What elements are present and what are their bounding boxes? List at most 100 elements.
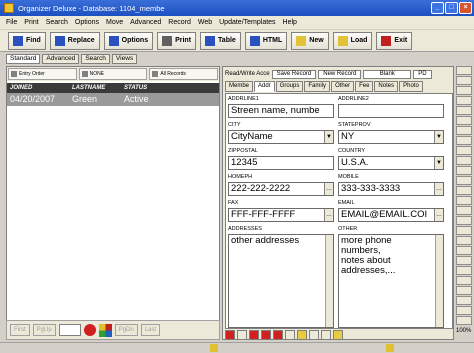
tab-search[interactable]: Search: [81, 54, 110, 64]
refresh-icon[interactable]: [83, 324, 96, 336]
scrollbar[interactable]: [435, 235, 443, 327]
addrline2-field[interactable]: [338, 104, 444, 118]
ellipsis-icon[interactable]: …: [324, 209, 333, 221]
lightbulb-icon[interactable]: [297, 330, 307, 340]
index-button[interactable]: [456, 286, 472, 295]
html-button[interactable]: HTML: [244, 31, 288, 50]
chevron-down-icon[interactable]: ▼: [434, 157, 443, 169]
index-button[interactable]: [456, 226, 472, 235]
pgdn-button[interactable]: PgDn: [114, 324, 138, 336]
tab-addr[interactable]: Addr: [254, 81, 275, 92]
blank-button[interactable]: Blank: [363, 69, 412, 79]
pgup-button[interactable]: PgUp: [32, 324, 56, 336]
addresses-textarea[interactable]: other addresses: [228, 234, 334, 328]
zippostal-field[interactable]: 12345: [228, 156, 334, 170]
addrline1-field[interactable]: Streen name, numbe: [228, 104, 334, 118]
text-icon[interactable]: [321, 330, 331, 340]
index-button[interactable]: [456, 306, 472, 315]
tab-fee[interactable]: Fee: [355, 81, 374, 92]
index-button[interactable]: [456, 206, 472, 215]
tab-views[interactable]: Views: [111, 54, 138, 64]
text-icon[interactable]: [309, 330, 319, 340]
color-palette-icon[interactable]: [98, 323, 112, 337]
tab-other[interactable]: Other: [331, 81, 355, 92]
tab-advanced[interactable]: Advanced: [42, 54, 80, 64]
tab-family[interactable]: Family: [304, 81, 331, 92]
tab-membe[interactable]: Membe: [225, 81, 254, 92]
menu-record[interactable]: Record: [168, 19, 191, 26]
menu-search[interactable]: Search: [46, 19, 68, 26]
stateprov-select[interactable]: NY ▼: [338, 130, 444, 144]
index-button[interactable]: [456, 256, 472, 265]
menu-help[interactable]: Help: [283, 19, 297, 26]
print-button[interactable]: Print: [157, 31, 197, 50]
homeph-field[interactable]: 222-222-2222…: [228, 182, 334, 196]
column-header-status[interactable]: STATUS: [121, 83, 217, 93]
maximize-button[interactable]: □: [445, 2, 458, 14]
first-button[interactable]: First: [10, 324, 30, 336]
country-select[interactable]: U.S.A. ▼: [338, 156, 444, 170]
email-field[interactable]: EMAIL@EMAIL.COI…: [338, 208, 444, 222]
load-button[interactable]: Load: [332, 31, 373, 50]
index-button[interactable]: [456, 266, 472, 275]
fax-field[interactable]: FFF-FFF-FFFF…: [228, 208, 334, 222]
undo-icon[interactable]: [261, 330, 271, 340]
index-button[interactable]: [456, 156, 472, 165]
index-button[interactable]: [456, 246, 472, 255]
index-button[interactable]: [456, 186, 472, 195]
index-button[interactable]: [456, 136, 472, 145]
index-button[interactable]: [456, 196, 472, 205]
menu-file[interactable]: File: [6, 19, 17, 26]
index-button[interactable]: [456, 126, 472, 135]
ellipsis-icon[interactable]: …: [324, 183, 333, 195]
index-button[interactable]: [456, 76, 472, 85]
refresh-icon[interactable]: [249, 330, 259, 340]
tab-notes[interactable]: Notes: [374, 81, 399, 92]
all-records-button[interactable]: All Records: [149, 68, 219, 80]
index-button[interactable]: [456, 316, 472, 325]
last-button[interactable]: Last: [140, 324, 161, 336]
filter-none-button[interactable]: NONE: [78, 68, 148, 80]
minimize-button[interactable]: _: [431, 2, 444, 14]
tab-photo[interactable]: Photo: [399, 81, 423, 92]
column-header-joined[interactable]: JOINED: [7, 83, 69, 93]
chevron-down-icon[interactable]: ▼: [434, 131, 443, 143]
index-button[interactable]: [456, 116, 472, 125]
menu-update-templates[interactable]: Update/Templates: [219, 19, 275, 26]
table-button[interactable]: Table: [200, 31, 241, 50]
index-button[interactable]: [456, 216, 472, 225]
column-header-lastname[interactable]: LASTNAME: [69, 83, 121, 93]
redo-icon[interactable]: [273, 330, 283, 340]
index-button[interactable]: [456, 146, 472, 155]
index-button[interactable]: [456, 236, 472, 245]
clear-icon[interactable]: [285, 330, 295, 340]
menu-options[interactable]: Options: [75, 19, 99, 26]
other-textarea[interactable]: more phone numbers, notes about addresse…: [338, 234, 444, 328]
sort-entry-order-button[interactable]: Entry Order: [8, 68, 77, 80]
save-record-button[interactable]: Save Record: [271, 69, 317, 79]
index-button[interactable]: [456, 106, 472, 115]
new-button[interactable]: New: [291, 31, 329, 50]
record-number-input[interactable]: [58, 324, 81, 336]
close-button[interactable]: ×: [459, 2, 472, 14]
exit-button[interactable]: Exit: [376, 31, 413, 50]
tab-groups[interactable]: Groups: [275, 81, 304, 92]
replace-button[interactable]: Replace: [49, 31, 100, 50]
index-button[interactable]: [456, 96, 472, 105]
new-record-button[interactable]: New Record: [318, 69, 362, 79]
copy-icon[interactable]: [237, 330, 247, 340]
city-select[interactable]: CityName ▼: [228, 130, 334, 144]
chevron-down-icon[interactable]: ▼: [324, 131, 333, 143]
scrollbar[interactable]: [325, 235, 333, 327]
ellipsis-icon[interactable]: …: [434, 183, 443, 195]
back-icon[interactable]: [225, 330, 235, 340]
mobile-field[interactable]: 333-333-3333…: [338, 182, 444, 196]
index-button[interactable]: [456, 66, 472, 75]
menu-print[interactable]: Print: [24, 19, 38, 26]
index-button[interactable]: [456, 166, 472, 175]
tab-standard[interactable]: Standard: [6, 54, 41, 64]
ellipsis-icon[interactable]: …: [434, 209, 443, 221]
lightbulb-icon[interactable]: [333, 330, 343, 340]
options-button[interactable]: Options: [103, 31, 154, 50]
find-button[interactable]: Find: [8, 31, 46, 50]
